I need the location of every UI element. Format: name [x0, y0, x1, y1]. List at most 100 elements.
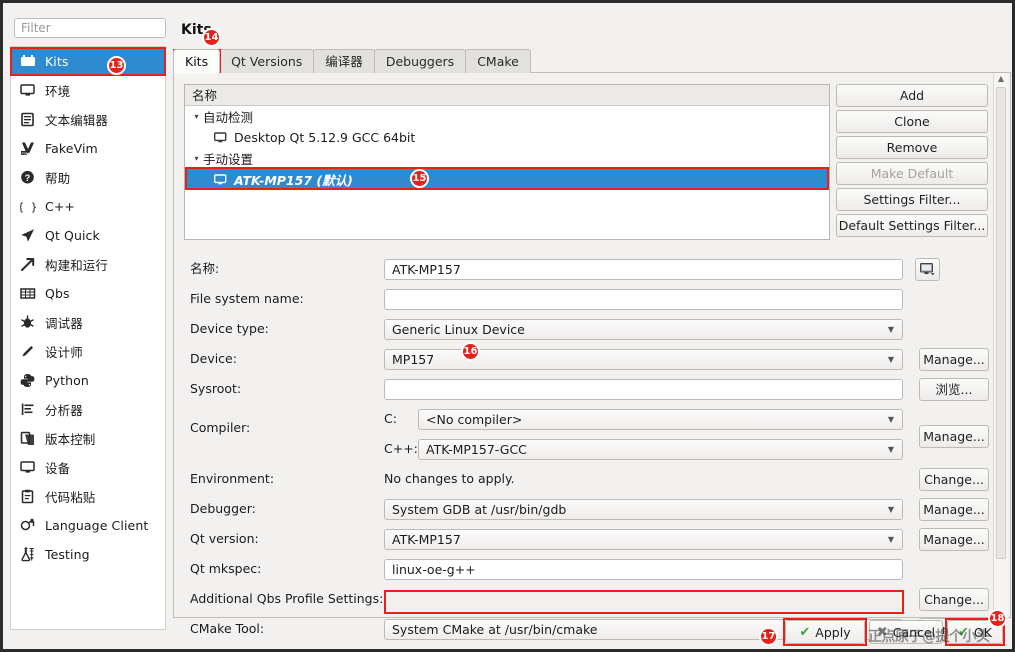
- kit-detail-form: 名称: ATK-MP157 File system name: Device t…: [173, 254, 1011, 644]
- python-icon: [18, 372, 37, 389]
- select-compiler-c-value: <No compiler>: [426, 412, 523, 427]
- svg-text:{ }: { }: [20, 201, 36, 214]
- sidebar-item-3[interactable]: Fake FakeVim: [11, 134, 165, 163]
- dialog-inner: Kits 环境文本编辑器 Fake FakeVim ? 帮助 { } C++ Qt Quick 构…: [6, 6, 1012, 649]
- cancel-button[interactable]: ✖ Cancel: [869, 620, 943, 644]
- kit-button-0[interactable]: Add: [836, 84, 988, 107]
- testing-icon: [18, 546, 37, 563]
- label-device-type: Device type:: [190, 321, 269, 336]
- sidebar-item-11[interactable]: Python: [11, 366, 165, 395]
- sidebar-item-label: Kits: [45, 54, 69, 69]
- select-qt-version[interactable]: ATK-MP157 ▼: [384, 529, 903, 550]
- device-manage-button[interactable]: Manage...: [919, 348, 989, 371]
- tab-3[interactable]: Debuggers: [373, 49, 467, 73]
- tab-1[interactable]: Qt Versions: [219, 49, 315, 73]
- select-compiler-cpp-value: ATK-MP157-GCC: [426, 442, 527, 457]
- tab-label: Kits: [185, 54, 209, 69]
- sidebar-item-9[interactable]: 调试器: [11, 308, 165, 337]
- sidebar-item-6[interactable]: Qt Quick: [11, 221, 165, 250]
- select-device-type-value: Generic Linux Device: [392, 322, 525, 337]
- sidebar-item-16[interactable]: Language Client: [11, 511, 165, 540]
- select-device-type[interactable]: Generic Linux Device ▼: [384, 319, 903, 340]
- kit-button-2[interactable]: Remove: [836, 136, 988, 159]
- form-row-device-type: Device type: Generic Linux Device ▼: [173, 314, 1011, 344]
- kit-row-label: 自动检测: [203, 110, 254, 125]
- sidebar-item-label: 设计师: [45, 345, 83, 360]
- kit-action-buttons[interactable]: Add Clone Remove Make Default Settings Filte…: [836, 84, 988, 240]
- sidebar-item-label: 分析器: [45, 403, 83, 418]
- kit-group-row[interactable]: ▾ 自动检测: [185, 106, 829, 127]
- sidebar-item-2[interactable]: 文本编辑器: [11, 105, 165, 134]
- kit-button-4[interactable]: Settings Filter...: [836, 188, 988, 211]
- qt-version-manage-button[interactable]: Manage...: [919, 528, 989, 551]
- sidebar-item-12[interactable]: 分析器: [11, 395, 165, 424]
- kit-button-1[interactable]: Clone: [836, 110, 988, 133]
- select-compiler-cpp[interactable]: ATK-MP157-GCC ▼: [418, 439, 903, 460]
- sidebar-item-label: 构建和运行: [45, 258, 109, 273]
- sidebar-item-label: Testing: [45, 547, 90, 562]
- form-row-compiler-cpp: Compiler: C++: ATK-MP157-GCC ▼ Manage...: [173, 421, 1011, 464]
- sidebar-item-0[interactable]: Kits: [11, 47, 165, 76]
- kit-group-row[interactable]: ▾ 手动设置: [185, 148, 829, 169]
- compiler-manage-button[interactable]: Manage...: [919, 425, 989, 448]
- kit-list-rows[interactable]: ▾ 自动检测 Desktop Qt 5.12.9 GCC 64bit ▾ 手动设置 ATK…: [185, 106, 829, 190]
- input-name[interactable]: ATK-MP157: [384, 259, 903, 280]
- sidebar-item-4[interactable]: ? 帮助: [11, 163, 165, 192]
- fakevim-icon: Fake: [18, 140, 37, 157]
- tab-label: Qt Versions: [231, 54, 303, 69]
- chevron-down-icon: ▼: [887, 325, 894, 334]
- value-environment: No changes to apply.: [384, 471, 515, 486]
- kit-list-item[interactable]: ATK-MP157 (默认): [185, 169, 829, 190]
- sidebar-item-15[interactable]: 代码粘贴: [11, 482, 165, 511]
- sidebar-item-17[interactable]: Testing: [11, 540, 165, 569]
- tab-2[interactable]: 编译器: [313, 49, 375, 73]
- select-compiler-c[interactable]: <No compiler> ▼: [418, 409, 903, 430]
- sidebar-item-1[interactable]: 环境: [11, 76, 165, 105]
- label-qt-version: Qt version:: [190, 531, 259, 546]
- name-monitor-button[interactable]: [915, 258, 940, 281]
- sidebar-item-7[interactable]: 构建和运行: [11, 250, 165, 279]
- qtquick-icon: [18, 227, 37, 244]
- debugger-manage-button[interactable]: Manage...: [919, 498, 989, 521]
- apply-button[interactable]: ✔ Apply: [785, 620, 865, 644]
- scroll-up-arrow-icon[interactable]: ▲: [994, 74, 1008, 83]
- cancel-label: Cancel: [892, 624, 936, 640]
- select-device[interactable]: MP157 ▼: [384, 349, 903, 370]
- caret-down-icon[interactable]: ▾: [190, 154, 203, 163]
- sidebar-item-10[interactable]: 设计师: [11, 337, 165, 366]
- tab-4[interactable]: CMake: [465, 49, 531, 73]
- language-client-icon: [18, 517, 37, 534]
- sysroot-browse-button[interactable]: 浏览...: [919, 378, 989, 401]
- input-sysroot[interactable]: [384, 379, 903, 400]
- ok-button[interactable]: ✔ OK: [947, 620, 1003, 644]
- kit-list-item[interactable]: Desktop Qt 5.12.9 GCC 64bit: [185, 127, 829, 148]
- sidebar-item-label: C++: [45, 199, 75, 214]
- sidebar-item-8[interactable]: Qbs: [11, 279, 165, 308]
- label-environment: Environment:: [190, 471, 275, 486]
- caret-down-icon[interactable]: ▾: [190, 112, 203, 121]
- sidebar-item-label: FakeVim: [45, 141, 98, 156]
- additional-qbs-change-button[interactable]: Change...: [919, 588, 989, 611]
- tab-label: CMake: [477, 54, 519, 69]
- sidebar-item-5[interactable]: { } C++: [11, 192, 165, 221]
- label-name: 名称:: [190, 261, 220, 276]
- sidebar-item-14[interactable]: 设备: [11, 453, 165, 482]
- label-debugger: Debugger:: [190, 501, 256, 516]
- page-title: Kits: [181, 22, 212, 38]
- monitor-icon: [18, 82, 37, 99]
- check-icon: ✔: [799, 624, 811, 640]
- label-sysroot: Sysroot:: [190, 381, 242, 396]
- environment-change-button[interactable]: Change...: [919, 468, 989, 491]
- sidebar-item-label: 文本编辑器: [45, 113, 109, 128]
- select-debugger[interactable]: System GDB at /usr/bin/gdb ▼: [384, 499, 903, 520]
- sidebar-item-label: 帮助: [45, 171, 71, 186]
- sidebar-item-13[interactable]: 版本控制: [11, 424, 165, 453]
- tab-bar[interactable]: Kits Qt Versions 编译器 Debuggers CMake: [173, 49, 1011, 74]
- filter-input[interactable]: [14, 18, 166, 38]
- settings-category-sidebar[interactable]: Kits 环境文本编辑器 Fake FakeVim ? 帮助 { } C++ Qt Quick 构…: [10, 46, 166, 630]
- input-qt-mkspec[interactable]: linux-oe-g++: [384, 559, 903, 580]
- kit-list[interactable]: 名称 ▾ 自动检测 Desktop Qt 5.12.9 GCC 64bit ▾ 手动设置…: [184, 84, 830, 240]
- kit-button-5[interactable]: Default Settings Filter...: [836, 214, 988, 237]
- input-file-system-name[interactable]: [384, 289, 903, 310]
- tab-0[interactable]: Kits: [173, 49, 221, 74]
